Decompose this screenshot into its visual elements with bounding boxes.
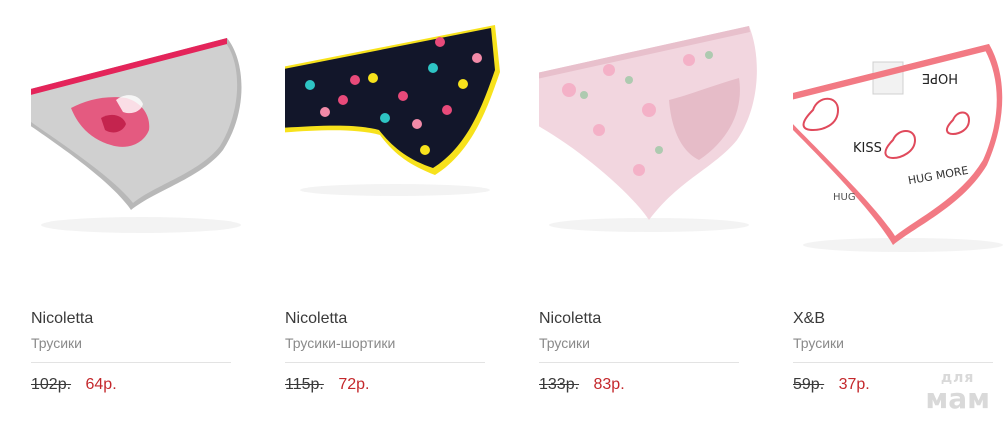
product-brand[interactable]: Nicoletta: [31, 310, 93, 328]
product-image[interactable]: [285, 0, 525, 290]
divider: [793, 362, 993, 363]
new-price: 83р.: [593, 376, 625, 393]
old-price: 59р.: [793, 376, 825, 393]
new-price: 72р.: [338, 376, 370, 393]
product-image[interactable]: HOPE KISS HUG MORE HUG: [793, 0, 1006, 290]
product-image[interactable]: [539, 0, 779, 290]
divider: [31, 362, 231, 363]
grey-floral-briefs-image: [31, 38, 242, 233]
new-price: 37р.: [838, 376, 870, 393]
pink-floral-briefs-image: [539, 26, 757, 232]
price-row: 102р. 64р.: [31, 376, 117, 394]
price-row: 59р. 37р.: [793, 376, 870, 394]
price-row: 115р. 72р.: [285, 376, 369, 394]
product-category: Трусики: [31, 335, 83, 351]
price-row: 133р. 83р.: [539, 376, 625, 394]
product-card[interactable]: Nicoletta Трусики 102р. 64р.: [31, 0, 271, 425]
product-brand[interactable]: X&B: [793, 310, 825, 328]
product-card[interactable]: Nicoletta Трусики 133р. 83р.: [539, 0, 779, 425]
product-card[interactable]: HOPE KISS HUG MORE HUG X&B Трусики 59р. …: [793, 0, 1006, 425]
print-text: HOPE: [922, 70, 958, 85]
product-category: Трусики: [539, 335, 591, 351]
watermark-logo: для мам: [925, 371, 990, 413]
divider: [285, 362, 485, 363]
print-text: KISS: [853, 141, 882, 156]
product-image[interactable]: [31, 0, 271, 290]
product-brand[interactable]: Nicoletta: [285, 310, 347, 328]
print-text: HUG: [833, 192, 856, 203]
white-pink-print-briefs-image: HOPE KISS HUG MORE HUG: [793, 44, 1003, 252]
product-brand[interactable]: Nicoletta: [539, 310, 601, 328]
watermark-line: мам: [925, 382, 990, 415]
old-price: 102р.: [31, 376, 72, 393]
navy-polka-dot-shorts-image: [285, 25, 500, 196]
product-category: Трусики: [793, 335, 845, 351]
old-price: 133р.: [539, 376, 580, 393]
product-category: Трусики-шортики: [285, 335, 396, 351]
old-price: 115р.: [285, 376, 324, 393]
product-card[interactable]: Nicoletta Трусики-шортики 115р. 72р.: [285, 0, 525, 425]
new-price: 64р.: [85, 376, 117, 393]
divider: [539, 362, 739, 363]
